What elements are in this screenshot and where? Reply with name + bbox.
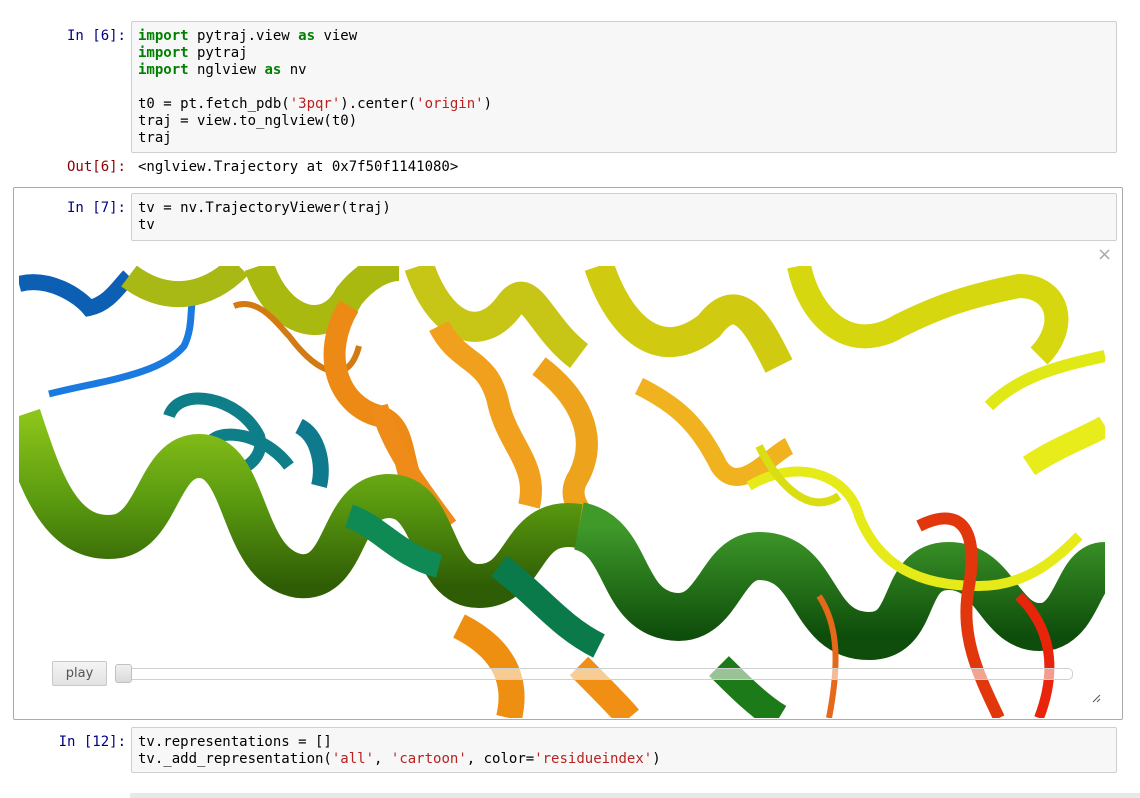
code-token: nv	[281, 62, 307, 78]
code-token: )	[652, 751, 661, 767]
code-line: tv.representations = []	[138, 734, 661, 751]
code-token: traj = view.to_nglview(t0)	[138, 113, 358, 129]
code-cell-12-input[interactable]: tv.representations = [] tv._add_represent…	[131, 727, 1117, 773]
frame-slider-handle[interactable]	[115, 664, 132, 683]
code-token: tv._add_representation(	[138, 751, 332, 767]
ngl-molecule-viewer[interactable]	[19, 266, 1105, 718]
code-cell-6-input[interactable]: import pytraj.view as view import pytraj i…	[131, 21, 1117, 153]
code-line: tv._add_representation('all', 'cartoon',…	[138, 751, 661, 768]
code-string: 'cartoon'	[390, 751, 467, 767]
code-line: t0 = pt.fetch_pdb('3pqr').center('origin…	[138, 96, 492, 113]
code-line: tv	[138, 217, 391, 234]
code-keyword: as	[264, 62, 282, 78]
protein-cartoon-render	[19, 266, 1105, 718]
code-token: t0 = pt.fetch_pdb(	[138, 96, 290, 112]
code-string: '3pqr'	[289, 96, 341, 112]
code-token: , color=	[466, 751, 535, 767]
in-prompt-7: In [7]:	[66, 200, 126, 216]
widget-close-icon[interactable]: ×	[1097, 245, 1112, 265]
code-cell-6-source: import pytraj.view as view import pytraj i…	[138, 28, 492, 147]
code-token: pytraj.view	[188, 28, 299, 44]
code-token: )	[483, 96, 493, 112]
code-line: tv = nv.TrajectoryViewer(traj)	[138, 200, 391, 217]
code-cell-7-source: tv = nv.TrajectoryViewer(traj) tv	[138, 200, 391, 234]
in-prompt-6: In [6]:	[66, 28, 126, 44]
code-string: 'origin'	[416, 96, 484, 112]
notebook: In [6]: import pytraj.view as view import…	[0, 0, 1140, 798]
code-token: tv.representations = []	[138, 734, 332, 750]
code-token: tv	[138, 217, 155, 233]
code-keyword: import	[138, 62, 189, 78]
in-prompt-12: In [12]:	[58, 734, 126, 750]
code-string: 'residueindex'	[534, 751, 653, 767]
code-keyword: import	[138, 45, 189, 61]
code-line: import pytraj.view as view	[138, 28, 492, 45]
code-line: import pytraj	[138, 45, 492, 62]
cell-6-output: <nglview.Trajectory at 0x7f50f1141080>	[138, 159, 459, 175]
code-cell-7-input[interactable]: tv = nv.TrajectoryViewer(traj) tv	[131, 193, 1117, 241]
code-token: ).center(	[340, 96, 417, 112]
code-keyword: import	[138, 28, 189, 44]
code-line: import nglview as nv	[138, 62, 492, 79]
code-token: view	[315, 28, 358, 44]
code-token: ,	[374, 751, 391, 767]
code-line: traj	[138, 130, 492, 147]
play-button[interactable]: play	[52, 661, 107, 686]
code-line: traj = view.to_nglview(t0)	[138, 113, 492, 130]
code-token: traj	[138, 130, 172, 146]
code-keyword: as	[298, 28, 316, 44]
code-string: 'all'	[331, 751, 375, 767]
code-token: tv = nv.TrajectoryViewer(traj)	[138, 200, 391, 216]
frame-slider[interactable]	[115, 668, 1073, 680]
out-prompt-6: Out[6]:	[66, 159, 126, 175]
code-token: nglview	[188, 62, 265, 78]
next-cell-edge	[130, 793, 1140, 798]
resize-handle-icon[interactable]	[1092, 694, 1101, 703]
code-token: pytraj	[188, 45, 248, 61]
code-cell-12-source: tv.representations = [] tv._add_represent…	[138, 734, 661, 768]
